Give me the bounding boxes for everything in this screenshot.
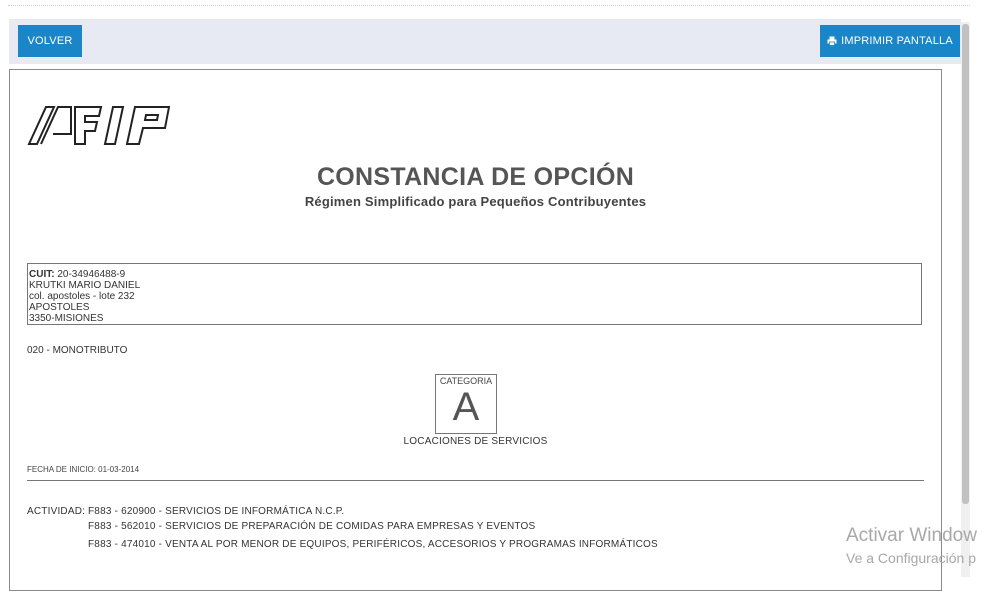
cuit-line: CUIT: 20-34946488-9	[28, 269, 921, 280]
taxpayer-info-box: CUIT: 20-34946488-9 KRUTKI MARIO DANIEL …	[27, 263, 922, 325]
taxpayer-name: KRUTKI MARIO DANIEL	[29, 280, 141, 291]
top-divider	[8, 5, 970, 6]
start-date: FECHA DE INICIO: 01-03-2014	[27, 465, 140, 474]
activity-label: ACTIVIDAD:	[27, 506, 86, 517]
activity-item: F883 - 474010 - VENTA AL POR MENOR DE EQ…	[88, 539, 658, 550]
printer-icon	[827, 36, 837, 46]
toolbar: VOLVER IMPRIMIR PANTALLA	[9, 19, 961, 64]
taxpayer-zip-province: 3350-MISIONES	[29, 313, 104, 324]
print-screen-button[interactable]: IMPRIMIR PANTALLA	[820, 25, 960, 57]
scrollbar-thumb[interactable]	[962, 24, 969, 504]
back-button[interactable]: VOLVER	[18, 25, 82, 57]
cuit-value: 20-34946488-9	[57, 269, 126, 280]
cuit-label: CUIT:	[29, 269, 55, 280]
activity-item: F883 - 562010 - SERVICIOS DE PREPARACIÓN…	[88, 521, 536, 532]
category-box: CATEGORIA A	[435, 374, 497, 434]
document-title: CONSTANCIA DE OPCIÓN	[316, 163, 635, 191]
taxpayer-city: APOSTOLES	[29, 302, 90, 313]
regimen-code: 020 - MONOTRIBUTO	[27, 345, 128, 356]
print-button-label: IMPRIMIR PANTALLA	[841, 35, 953, 47]
category-description: LOCACIONES DE SERVICIOS	[403, 436, 548, 447]
document-subtitle: Régimen Simplificado para Pequeños Contr…	[304, 194, 647, 209]
windows-activation-hint: Ve a Configuración p	[846, 550, 976, 566]
section-divider	[27, 480, 924, 481]
constancia-document: CONSTANCIA DE OPCIÓN Régimen Simplificad…	[9, 69, 942, 591]
taxpayer-address: col. apostoles - lote 232	[29, 291, 135, 302]
windows-activation-watermark: Activar Window	[846, 525, 977, 546]
category-letter: A	[452, 385, 480, 429]
afip-logo	[27, 104, 173, 151]
activity-item: F883 - 620900 - SERVICIOS DE INFORMÁTICA…	[88, 506, 345, 517]
